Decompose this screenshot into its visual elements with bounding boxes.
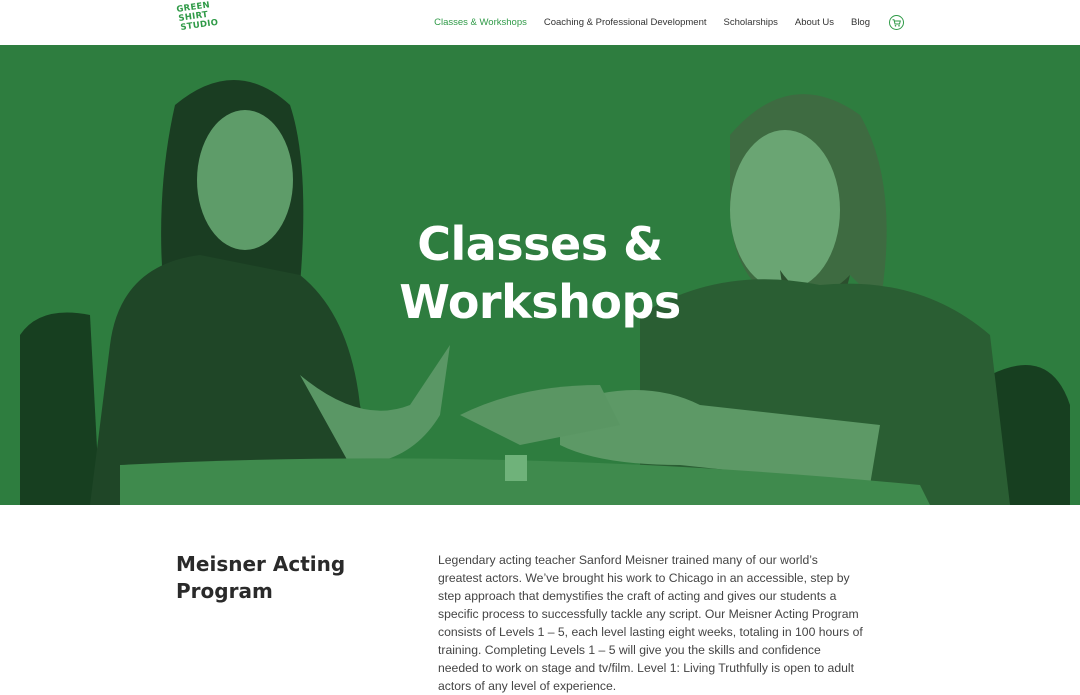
hero-title: Classes & Workshops	[0, 215, 1080, 331]
program-heading-line-1: Meisner Acting	[176, 552, 346, 576]
program-section: Meisner Acting Program Legendary acting …	[0, 505, 1080, 693]
site-logo[interactable]: GREEN SHIRT STUDIO	[176, 0, 219, 40]
program-heading: Meisner Acting Program	[176, 551, 376, 605]
cart-icon	[892, 18, 901, 27]
nav-about-us[interactable]: About Us	[795, 17, 834, 28]
nav-scholarships[interactable]: Scholarships	[724, 17, 778, 28]
main-nav: Classes & Workshops Coaching & Professio…	[434, 0, 904, 45]
program-description: Legendary acting teacher Sanford Meisner…	[438, 553, 863, 693]
nav-coaching[interactable]: Coaching & Professional Development	[544, 17, 707, 28]
program-heading-line-2: Program	[176, 579, 273, 603]
logo-line-3: STUDIO	[179, 17, 219, 33]
hero-title-line-1: Classes &	[417, 217, 663, 271]
nav-blog[interactable]: Blog	[851, 17, 870, 28]
hero-banner: Classes & Workshops	[0, 45, 1080, 505]
site-header: GREEN SHIRT STUDIO Classes & Workshops C…	[0, 0, 1080, 46]
nav-classes-workshops[interactable]: Classes & Workshops	[434, 17, 527, 28]
hero-title-line-2: Workshops	[399, 275, 681, 329]
cart-button[interactable]	[889, 15, 904, 30]
